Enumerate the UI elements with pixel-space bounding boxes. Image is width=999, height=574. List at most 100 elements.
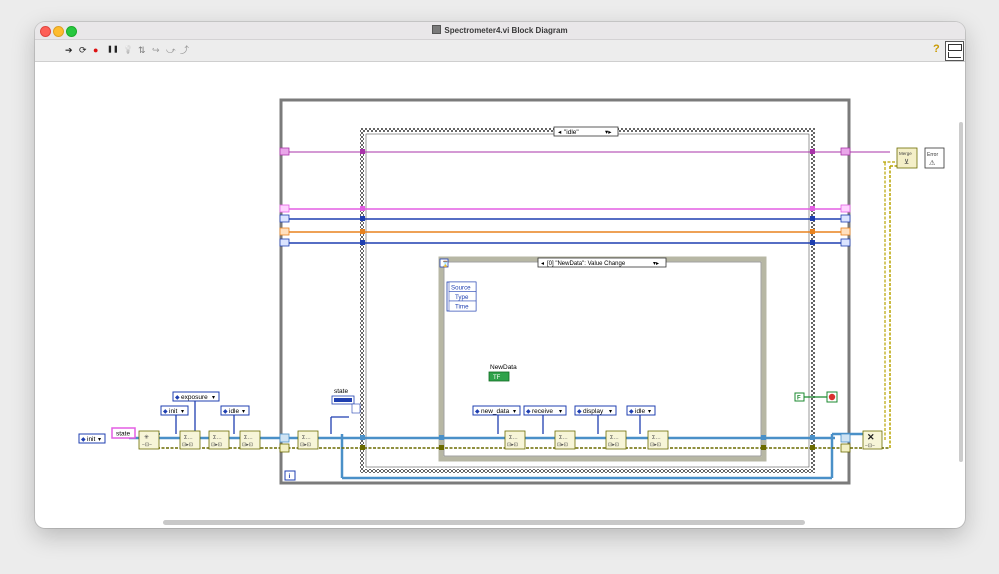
newdata-boolean-terminal[interactable]: TF — [488, 371, 510, 382]
event-data-time: Time — [455, 304, 469, 311]
enum-exposure[interactable]: ◆ exposure ▾ — [172, 391, 220, 402]
horizontal-scrollbar[interactable] — [163, 520, 805, 525]
graph-glyph-icon — [948, 52, 961, 58]
newdata-terminal-text: TF — [493, 375, 501, 381]
enqueue-node-exposure[interactable]: Σ… ⊡▸⊡ — [179, 430, 201, 450]
svg-text:✕: ✕ — [867, 432, 875, 442]
enum-receive[interactable]: ◆ receive ▾ — [523, 405, 567, 416]
enum-new-data[interactable]: ◆ new_data ▾ — [472, 405, 521, 416]
dequeue-node[interactable]: Σ… ⊡▸⊡ — [297, 430, 319, 450]
svg-text:▾: ▾ — [559, 409, 562, 415]
window-title-text: Spectrometer4.vi Block Diagram — [444, 26, 568, 35]
error-handler-label: Error — [927, 152, 938, 158]
loop-stop-terminal[interactable] — [826, 391, 838, 403]
toolbar: ➔ ⟳ ● ❚❚ 💡 ⇅ ↪ ⤻ ⤴ ? — [35, 40, 965, 62]
svg-text:▾: ▾ — [98, 437, 101, 443]
event-timeout-icon[interactable]: ⌛ — [439, 258, 449, 268]
svg-text:▾▸: ▾▸ — [653, 261, 659, 267]
svg-text:⌛: ⌛ — [442, 260, 449, 268]
vi-icon[interactable] — [945, 41, 964, 61]
state-cluster-constant[interactable]: state — [111, 427, 136, 439]
svg-text:⊡▸⊡: ⊡▸⊡ — [300, 442, 311, 448]
svg-text:◂: ◂ — [541, 261, 544, 267]
svg-text:⚠: ⚠ — [929, 159, 935, 167]
block-diagram-canvas[interactable]: ◂ "idle" ▾▸ ◂ [0] "NewData": Value Chang… — [35, 62, 955, 517]
connector-pane-icon — [948, 44, 962, 51]
event-data-type: Type — [455, 294, 469, 301]
state-cluster-text: state — [116, 431, 130, 438]
svg-text:−⊡−: −⊡− — [865, 443, 875, 449]
enum-idle-event-label: idle — [635, 408, 646, 415]
enum-exposure-label: exposure — [181, 394, 208, 401]
svg-text:◆: ◆ — [577, 409, 582, 415]
svg-text:✳: ✳ — [144, 434, 149, 441]
enum-idle-event[interactable]: ◆ idle ▾ — [626, 405, 656, 416]
event-selector[interactable]: ◂ [0] "NewData": Value Change ▾▸ — [537, 257, 667, 268]
case-selector-label: "idle" — [564, 129, 579, 136]
svg-text:▾: ▾ — [513, 409, 516, 415]
state-label: state — [334, 388, 348, 395]
step-over-icon[interactable]: ⤻ — [166, 44, 176, 56]
run-continuously-icon[interactable]: ⟳ — [79, 44, 87, 56]
event-data-node[interactable]: Source Type Time — [446, 281, 477, 312]
loop-index-text: i — [289, 473, 291, 480]
release-queue-node[interactable]: ✕ −⊡− — [862, 430, 883, 450]
svg-text:◆: ◆ — [526, 409, 531, 415]
svg-text:−⊡−: −⊡− — [142, 442, 152, 448]
retain-wire-values-icon[interactable]: ⇅ — [138, 44, 146, 56]
svg-text:Merge: Merge — [899, 151, 912, 156]
highlight-execution-icon[interactable]: 💡 — [123, 44, 133, 56]
newdata-label: NewData — [490, 364, 517, 371]
svg-text:Σ…: Σ… — [610, 435, 619, 441]
svg-text:◆: ◆ — [163, 409, 168, 415]
shift-register-wires — [286, 151, 890, 244]
state-indicator[interactable] — [331, 395, 361, 414]
simple-error-handler-node[interactable]: Error ⚠ — [924, 147, 945, 169]
run-arrow-icon[interactable]: ➔ — [65, 44, 73, 56]
enum-init-outside-label: init — [87, 436, 96, 443]
enqueue-node-display[interactable]: Σ… ⊡▸⊡ — [605, 430, 627, 450]
error-wires — [139, 161, 900, 449]
enqueue-node-init[interactable]: Σ… ⊡▸⊡ — [208, 430, 230, 450]
svg-text:▾: ▾ — [609, 409, 612, 415]
svg-text:⊡▸⊡: ⊡▸⊡ — [507, 442, 518, 448]
case-selector[interactable]: ◂ "idle" ▾▸ — [553, 126, 619, 137]
vertical-scrollbar[interactable] — [959, 122, 963, 462]
enum-new-data-label: new_data — [481, 408, 510, 415]
pause-icon[interactable]: ❚❚ — [107, 44, 119, 56]
svg-text:⊻: ⊻ — [904, 158, 909, 166]
svg-text:◆: ◆ — [475, 409, 480, 415]
svg-text:Σ…: Σ… — [559, 435, 568, 441]
enum-idle[interactable]: ◆ idle ▾ — [220, 405, 250, 416]
enqueue-node-idle[interactable]: Σ… ⊡▸⊡ — [239, 430, 261, 450]
svg-text:Σ…: Σ… — [213, 435, 222, 441]
obtain-queue-node[interactable]: ✳ −⊡− — [138, 430, 160, 450]
loop-iteration-terminal: i — [284, 470, 296, 481]
context-help-icon[interactable]: ? — [933, 43, 940, 55]
step-into-icon[interactable]: ↪ — [152, 44, 160, 56]
enqueue-node-idle-event[interactable]: Σ… ⊡▸⊡ — [647, 430, 669, 450]
event-selector-label: [0] "NewData": Value Change — [547, 261, 626, 267]
svg-text:◆: ◆ — [175, 395, 180, 401]
abort-icon[interactable]: ● — [93, 44, 98, 56]
svg-text:⊡▸⊡: ⊡▸⊡ — [182, 442, 193, 448]
structure-tunnels — [360, 149, 815, 450]
enum-display[interactable]: ◆ display ▾ — [574, 405, 617, 416]
case-structure[interactable] — [360, 128, 815, 473]
svg-text:⊡▸⊡: ⊡▸⊡ — [608, 442, 619, 448]
false-constant[interactable]: F — [794, 392, 805, 402]
svg-text:Σ…: Σ… — [244, 435, 253, 441]
svg-text:Σ…: Σ… — [302, 435, 311, 441]
enum-init-outside[interactable]: ◆ init ▾ — [78, 433, 106, 444]
enum-receive-label: receive — [532, 408, 553, 415]
svg-text:▾: ▾ — [181, 409, 184, 415]
false-constant-text: F — [797, 396, 801, 402]
enqueue-node-receive[interactable]: Σ… ⊡▸⊡ — [554, 430, 576, 450]
svg-text:Σ…: Σ… — [509, 435, 518, 441]
merge-errors-node[interactable]: Merge ⊻ — [896, 147, 918, 169]
step-out-icon[interactable]: ⤴ — [180, 44, 189, 56]
vi-document-icon — [432, 25, 442, 34]
enum-init-inside[interactable]: ◆ init ▾ — [160, 405, 189, 416]
enqueue-node-new-data[interactable]: Σ… ⊡▸⊡ — [504, 430, 526, 450]
event-structure[interactable] — [438, 256, 767, 462]
